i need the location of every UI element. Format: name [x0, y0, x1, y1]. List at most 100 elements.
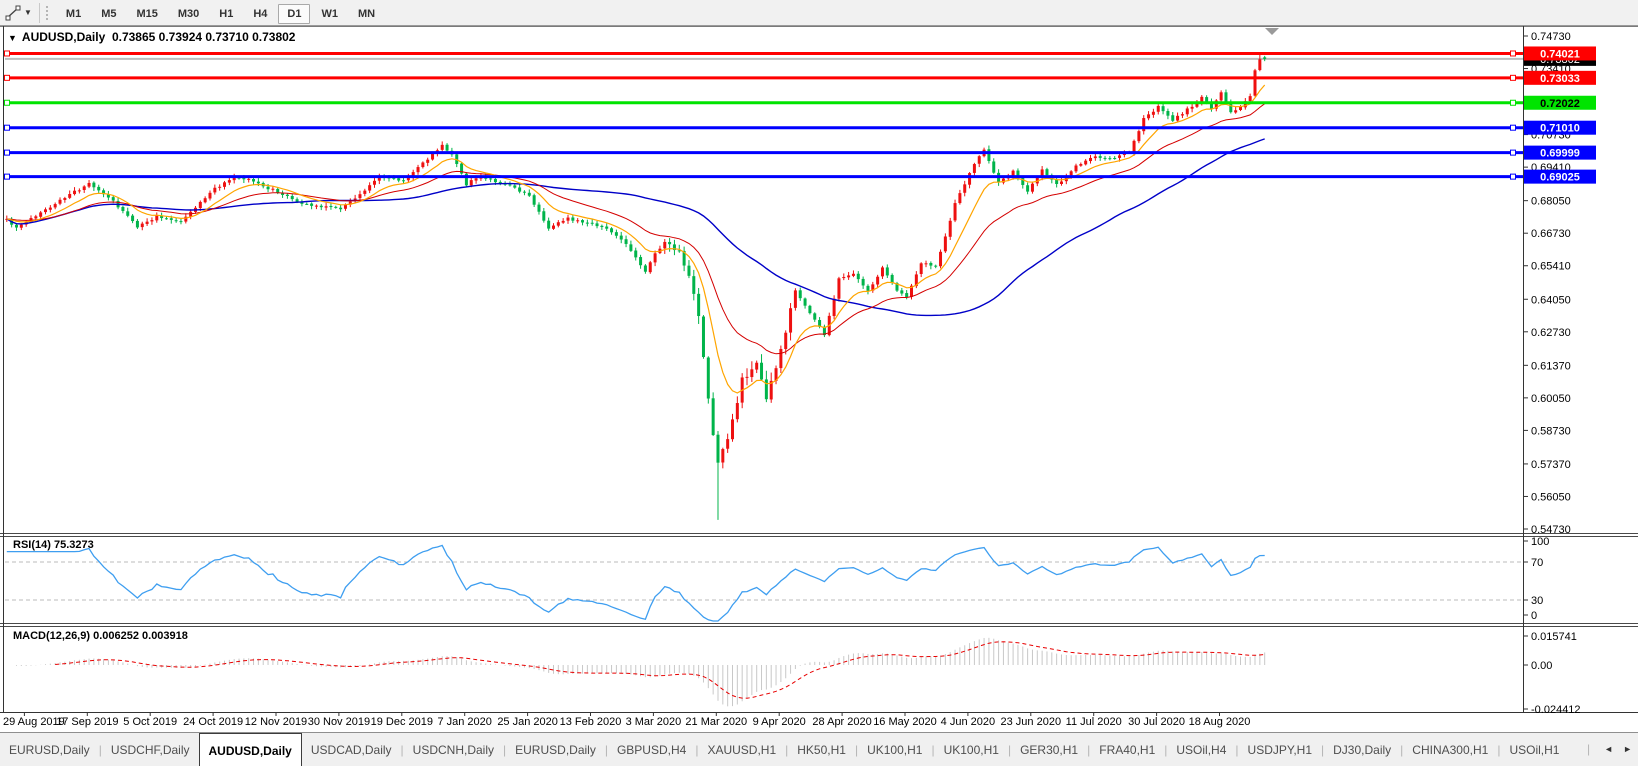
timeframe-button-m5[interactable]: M5 — [92, 4, 125, 24]
svg-text:0.74021: 0.74021 — [1540, 48, 1580, 60]
level-line-0.73033[interactable]: 0.73033 — [5, 71, 1597, 85]
tab-uk100-h1[interactable]: UK100,H1 — [858, 733, 931, 766]
svg-text:70: 70 — [1531, 557, 1543, 569]
date-axis[interactable]: 29 Aug 201917 Sep 20195 Oct 201924 Oct 2… — [3, 712, 1250, 728]
svg-text:0.73033: 0.73033 — [1540, 73, 1580, 85]
symbol-caret-icon[interactable]: ▼ — [8, 33, 17, 43]
svg-text:0.61370: 0.61370 — [1531, 360, 1571, 372]
svg-text:0.57370: 0.57370 — [1531, 459, 1571, 471]
tab-eurusd-daily[interactable]: EURUSD,Daily — [0, 733, 99, 766]
svg-text:7 Jan 2020: 7 Jan 2020 — [437, 716, 491, 728]
tab-usoil-h4[interactable]: USOil,H4 — [1167, 733, 1235, 766]
svg-text:-0.024412: -0.024412 — [1531, 704, 1581, 716]
rsi-pane: 10070300 — [5, 536, 1549, 622]
rsi-indicator-label: RSI(14) 75.3273 — [13, 539, 94, 551]
svg-text:0.74730: 0.74730 — [1531, 31, 1571, 43]
svg-text:0.60050: 0.60050 — [1531, 393, 1571, 405]
svg-text:5 Oct 2019: 5 Oct 2019 — [123, 716, 177, 728]
svg-text:0.00: 0.00 — [1531, 660, 1552, 672]
tab-gbpusd-h4[interactable]: GBPUSD,H4 — [608, 733, 695, 766]
svg-text:23 Jun 2020: 23 Jun 2020 — [1001, 716, 1062, 728]
ma-fast-line — [7, 85, 1265, 393]
svg-text:0.66730: 0.66730 — [1531, 228, 1571, 240]
ma-mid-line — [7, 104, 1265, 354]
tab-uk100-h1[interactable]: UK100,H1 — [935, 733, 1008, 766]
candles-layer — [5, 53, 1266, 520]
tab-audusd-daily[interactable]: AUDUSD,Daily — [199, 733, 302, 766]
svg-text:28 Apr 2020: 28 Apr 2020 — [812, 716, 871, 728]
tab-usdcnh-daily[interactable]: USDCNH,Daily — [404, 733, 503, 766]
svg-text:0.65410: 0.65410 — [1531, 261, 1571, 273]
timeframe-button-m1[interactable]: M1 — [57, 4, 90, 24]
svg-text:30 Nov 2019: 30 Nov 2019 — [308, 716, 370, 728]
svg-text:19 Dec 2019: 19 Dec 2019 — [371, 716, 433, 728]
tab-fra40-h1[interactable]: FRA40,H1 — [1090, 733, 1164, 766]
trading-platform-window: 0.747300.734100.707300.694100.680500.667… — [0, 0, 1638, 766]
level-line-0.71010[interactable]: 0.71010 — [5, 121, 1597, 135]
svg-text:13 Feb 2020: 13 Feb 2020 — [560, 716, 622, 728]
tab-scroll-left-icon[interactable]: ◄ — [1604, 744, 1613, 754]
level-line-0.69999[interactable]: 0.69999 — [5, 146, 1597, 160]
svg-text:17 Sep 2019: 17 Sep 2019 — [56, 716, 118, 728]
svg-text:0.56050: 0.56050 — [1531, 491, 1571, 503]
svg-text:16 May 2020: 16 May 2020 — [873, 716, 937, 728]
tab-usdjpy-h1[interactable]: USDJPY,H1 — [1239, 733, 1321, 766]
svg-text:0.69999: 0.69999 — [1540, 148, 1580, 160]
chart-canvas[interactable]: 0.747300.734100.707300.694100.680500.667… — [0, 0, 1638, 766]
tab-xauusd-h1[interactable]: XAUUSD,H1 — [698, 733, 785, 766]
svg-text:0.54730: 0.54730 — [1531, 524, 1571, 536]
timeframe-button-w1[interactable]: W1 — [312, 4, 347, 24]
timeframe-button-h1[interactable]: H1 — [210, 4, 242, 24]
tab-china300-h1[interactable]: CHINA300,H1 — [1403, 733, 1497, 766]
macd-pane: 0.015741 0.00 -0.024412 — [16, 631, 1580, 716]
caret-down-icon[interactable]: ▼ — [24, 8, 32, 17]
svg-text:0.62730: 0.62730 — [1531, 327, 1571, 339]
svg-text:11 Jul 2020: 11 Jul 2020 — [1066, 716, 1122, 728]
toolbar-separator — [39, 3, 40, 23]
tab-usoil-h1[interactable]: USOil,H1 — [1500, 733, 1568, 766]
svg-text:0.71010: 0.71010 — [1540, 123, 1580, 135]
svg-text:12 Nov 2019: 12 Nov 2019 — [245, 716, 307, 728]
svg-text:24 Oct 2019: 24 Oct 2019 — [183, 716, 243, 728]
svg-text:30: 30 — [1531, 595, 1543, 607]
timeframe-button-h4[interactable]: H4 — [244, 4, 276, 24]
tab-ger30-h1[interactable]: GER30,H1 — [1011, 733, 1087, 766]
svg-text:4 Jun 2020: 4 Jun 2020 — [941, 716, 995, 728]
svg-text:0.58730: 0.58730 — [1531, 425, 1571, 437]
svg-text:9 Apr 2020: 9 Apr 2020 — [753, 716, 806, 728]
tab-divider: | — [1587, 742, 1590, 756]
timeframe-button-m15[interactable]: M15 — [127, 4, 166, 24]
tab-scroll-right-icon[interactable]: ► — [1623, 744, 1632, 754]
tab-hk50-h1[interactable]: HK50,H1 — [788, 733, 855, 766]
level-line-0.72022[interactable]: 0.72022 — [5, 96, 1597, 110]
svg-text:18 Aug 2020: 18 Aug 2020 — [1189, 716, 1251, 728]
timeframe-button-m30[interactable]: M30 — [169, 4, 208, 24]
chart-surface[interactable]: 0.747300.734100.707300.694100.680500.667… — [0, 0, 1638, 766]
timeframe-button-d1[interactable]: D1 — [278, 4, 310, 24]
trendline-tool-icon[interactable] — [3, 4, 23, 22]
chart-title: ▼ AUDUSD,Daily 0.73865 0.73924 0.73710 0.… — [8, 30, 295, 44]
svg-text:21 Mar 2020: 21 Mar 2020 — [685, 716, 747, 728]
timeframe-buttons: M1M5M15M30H1H4D1W1MN — [56, 4, 385, 22]
svg-text:0.015741: 0.015741 — [1531, 631, 1577, 643]
svg-text:0.64050: 0.64050 — [1531, 294, 1571, 306]
svg-text:3 Mar 2020: 3 Mar 2020 — [626, 716, 682, 728]
tab-usdchf-daily[interactable]: USDCHF,Daily — [102, 733, 199, 766]
tab-scroll-nav: | ◄ ► — [1587, 732, 1632, 766]
chart-shift-arrow-icon[interactable] — [1265, 28, 1279, 35]
level-line-0.69025[interactable]: 0.69025 — [5, 170, 1597, 184]
toolbar-grip-handle[interactable] — [45, 5, 50, 21]
symbol-tab-bar: EURUSD,Daily|USDCHF,DailyAUDUSD,DailyUSD… — [0, 732, 1638, 766]
rsi-line — [7, 545, 1265, 621]
svg-text:0.69025: 0.69025 — [1540, 172, 1580, 184]
timeframe-button-mn[interactable]: MN — [349, 4, 384, 24]
ohlc-values: 0.73865 0.73924 0.73710 0.73802 — [112, 30, 296, 44]
tab-usdcad-daily[interactable]: USDCAD,Daily — [302, 733, 401, 766]
tab-eurusd-daily[interactable]: EURUSD,Daily — [506, 733, 605, 766]
tab-dj30-daily[interactable]: DJ30,Daily — [1324, 733, 1400, 766]
svg-text:25 Jan 2020: 25 Jan 2020 — [497, 716, 558, 728]
svg-text:0.72022: 0.72022 — [1540, 98, 1580, 110]
symbol-period-label: AUDUSD,Daily — [22, 30, 105, 44]
macd-indicator-label: MACD(12,26,9) 0.006252 0.003918 — [13, 630, 188, 642]
svg-text:0.68050: 0.68050 — [1531, 196, 1571, 208]
